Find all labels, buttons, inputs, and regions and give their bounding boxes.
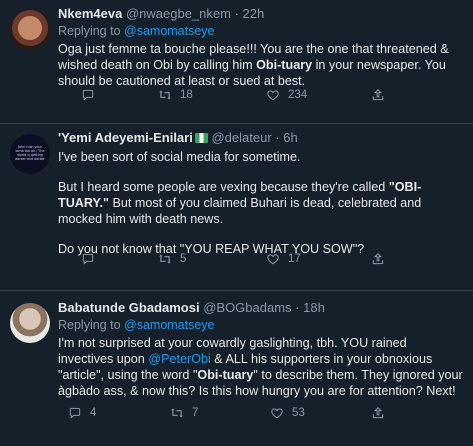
reply-icon bbox=[81, 252, 95, 266]
avatar-text: John rush your lamb too oh / The world i… bbox=[15, 145, 45, 161]
display-name[interactable]: 'Yemi Adeyemi-Enilari bbox=[58, 130, 193, 145]
separator-dot: · bbox=[275, 130, 280, 145]
reply-button[interactable] bbox=[81, 88, 103, 102]
share-icon bbox=[371, 252, 385, 266]
tweet-text-bold: Obi-tuary bbox=[256, 58, 313, 72]
like-button[interactable]: 53 bbox=[270, 406, 305, 420]
like-icon bbox=[266, 252, 280, 266]
tweet-content: Babatunde Gbadamosi @BOGbadams · 18h Rep… bbox=[58, 299, 465, 399]
nigeria-flag-icon bbox=[194, 133, 208, 143]
tweet-text-part: But I heard some people are vexing becau… bbox=[58, 180, 389, 194]
tweet-content: Nkem4eva @nwaegbe_nkem · 22h Replying to… bbox=[58, 5, 465, 89]
tweet-header: Babatunde Gbadamosi @BOGbadams · 18h bbox=[58, 299, 465, 316]
like-count: 17 bbox=[288, 253, 301, 265]
timestamp[interactable]: 6h bbox=[283, 130, 297, 145]
like-icon bbox=[266, 88, 280, 102]
share-icon bbox=[371, 88, 385, 102]
reply-count: 4 bbox=[90, 407, 97, 419]
reply-icon bbox=[68, 406, 82, 420]
user-handle[interactable]: @delateur bbox=[211, 130, 271, 145]
timestamp[interactable]: 18h bbox=[303, 300, 325, 315]
retweet-count: 7 bbox=[192, 407, 199, 419]
user-handle[interactable]: @nwaegbe_nkem bbox=[126, 6, 231, 21]
display-name[interactable]: Nkem4eva bbox=[58, 6, 122, 21]
inline-mention[interactable]: @PeterObi bbox=[148, 352, 210, 366]
like-count: 234 bbox=[288, 89, 308, 101]
tweet[interactable]: Nkem4eva @nwaegbe_nkem · 22h Replying to… bbox=[0, 0, 473, 124]
replying-to-mention[interactable]: @samomatseye bbox=[124, 318, 215, 332]
like-button[interactable]: 17 bbox=[266, 252, 301, 266]
tweet-paragraph: Do you not know that "YOU REAP WHAT YOU … bbox=[58, 242, 365, 256]
replying-to: Replying to @samomatseye bbox=[58, 316, 465, 334]
share-icon bbox=[371, 406, 385, 420]
display-name[interactable]: Babatunde Gbadamosi bbox=[58, 300, 200, 315]
tweet-content: 'Yemi Adeyemi-Enilari @delateur · 6h I'v… bbox=[58, 129, 465, 257]
avatar[interactable] bbox=[10, 10, 50, 50]
replying-to-label: Replying to bbox=[58, 24, 125, 38]
reply-button[interactable] bbox=[81, 252, 103, 266]
avatar[interactable] bbox=[10, 303, 50, 343]
user-handle[interactable]: @BOGbadams bbox=[203, 300, 291, 315]
avatar[interactable]: John rush your lamb too oh / The world i… bbox=[10, 134, 50, 174]
replying-to-mention[interactable]: @samomatseye bbox=[124, 24, 215, 38]
tweet-text: I'm not surprised at your cowardly gasli… bbox=[58, 335, 465, 399]
tweet-text-part: But most of you claimed Buhari is dead, … bbox=[58, 196, 422, 226]
like-button[interactable]: 234 bbox=[266, 88, 307, 102]
separator-dot: · bbox=[234, 6, 239, 21]
tweet[interactable]: John rush your lamb too oh / The world i… bbox=[0, 124, 473, 291]
retweet-icon bbox=[170, 406, 184, 420]
retweet-button[interactable]: 5 bbox=[158, 252, 186, 266]
retweet-icon bbox=[158, 252, 172, 266]
tweet[interactable]: Babatunde Gbadamosi @BOGbadams · 18h Rep… bbox=[0, 291, 473, 446]
share-button[interactable] bbox=[371, 252, 385, 266]
timestamp[interactable]: 22h bbox=[243, 6, 265, 21]
share-button[interactable] bbox=[371, 406, 385, 420]
reply-icon bbox=[81, 88, 95, 102]
replying-to-label: Replying to bbox=[58, 318, 125, 332]
tweet-paragraph: I've been sort of social media for somet… bbox=[58, 150, 301, 164]
tweet-header: Nkem4eva @nwaegbe_nkem · 22h bbox=[58, 5, 465, 22]
retweet-count: 5 bbox=[180, 253, 187, 265]
share-button[interactable] bbox=[371, 88, 385, 102]
separator-dot: · bbox=[295, 300, 300, 315]
retweet-button[interactable]: 18 bbox=[158, 88, 193, 102]
like-icon bbox=[270, 406, 284, 420]
replying-to: Replying to @samomatseye bbox=[58, 22, 465, 40]
like-count: 53 bbox=[292, 407, 305, 419]
tweet-text-bold: Obi-tuary bbox=[197, 368, 254, 382]
reply-button[interactable]: 4 bbox=[68, 406, 96, 420]
tweet-header: 'Yemi Adeyemi-Enilari @delateur · 6h bbox=[58, 129, 465, 146]
tweet-text: I've been sort of social media for somet… bbox=[58, 149, 465, 257]
tweet-text: Oga just femme ta bouche please!!! You a… bbox=[58, 41, 465, 89]
retweet-count: 18 bbox=[180, 89, 193, 101]
retweet-icon bbox=[158, 88, 172, 102]
retweet-button[interactable]: 7 bbox=[170, 406, 198, 420]
